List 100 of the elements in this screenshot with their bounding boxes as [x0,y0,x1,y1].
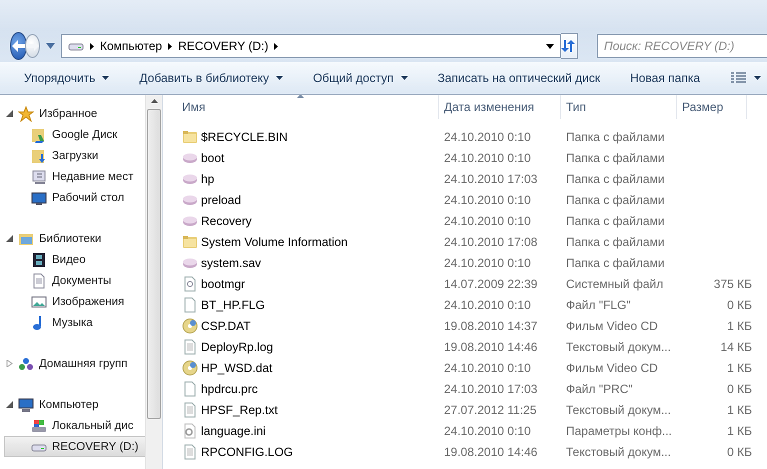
date-cell-text: 24.10.2010 0:10 [444,424,532,438]
sidebar-group[interactable]: Библиотеки [0,228,145,249]
column-header[interactable]: Размер [677,95,747,119]
sidebar-item[interactable]: Документы [4,270,145,291]
sidebar-item[interactable]: Изображения [4,291,145,312]
toolbar-button[interactable]: Общий доступ [302,65,418,91]
breadcrumb-item[interactable]: Компьютер [100,39,162,53]
address-bar[interactable]: Компьютер RECOVERY (D:) [61,34,561,58]
type-cell-text: Текстовый докум... [566,402,672,416]
picture-icon [31,294,47,310]
expanded-arrow-icon[interactable] [6,401,13,408]
text-file-icon [182,402,198,418]
arrow-icon [168,42,172,50]
type-cell-text: Фильм Video CD [566,360,659,374]
date-cell-text: 27.07.2012 11:25 [444,402,538,416]
type-cell-text: Текстовый докум... [566,444,672,458]
column-header[interactable]: Дата изменения [439,95,561,119]
size-cell-text: 375 КБ [712,276,752,290]
back-button[interactable] [10,32,28,60]
file-name[interactable]: System Volume Information [201,234,348,248]
file-name[interactable]: system.sav [201,256,262,270]
date-cell-text: 24.10.2010 0:10 [444,360,532,374]
folder-icon [182,128,198,144]
column-header[interactable]: Имя [177,95,439,119]
type-cell-text: Папка с файлами [566,256,666,270]
caret-icon [400,76,408,80]
expanded-arrow-icon[interactable] [6,235,13,242]
file-name[interactable]: HPSF_Rep.txt [201,402,278,416]
history-dropdown[interactable] [44,41,57,51]
type-cell-text: Папка с файлами [566,234,666,248]
expanded-arrow-icon[interactable] [6,110,13,117]
sort-arrow-icon [297,95,304,98]
file-name[interactable]: hpdrcu.prc [201,382,258,396]
file-name[interactable]: DeployRp.log [201,340,274,354]
type-cell-text: Фильм Video CD [566,318,659,332]
toolbar-button[interactable]: Упорядочить [14,65,120,91]
size-cell-text: 1 КБ [726,360,752,374]
dropdown-icon[interactable] [546,44,554,48]
sidebar-group[interactable]: Домашняя групп [0,353,145,374]
type-cell-text: Папка с файлами [566,150,666,164]
file-icon [182,296,198,312]
date-cell-text: 24.10.2010 0:10 [444,192,532,206]
file-name[interactable]: preload [201,192,242,206]
computer-icon [18,396,34,412]
file-name[interactable]: boot [201,150,224,164]
size-cell-text: 0 КБ [726,298,752,312]
caret-icon [276,76,283,80]
type-cell-text: Файл "FLG" [566,298,632,312]
scroll-thumb[interactable] [147,109,161,419]
file-name[interactable]: hp [201,172,214,186]
sidebar-item[interactable]: Локальный дис [4,415,145,436]
download-folder-icon [31,148,47,164]
type-cell-text: Текстовый докум... [566,340,672,354]
toolbar-button[interactable]: Новая папка [620,65,710,91]
sidebar-item[interactable]: Музыка [4,312,145,333]
scrollbar[interactable] [145,95,162,469]
file-icon [182,380,198,396]
sidebar-item[interactable]: Загрузки [4,145,145,166]
file-name[interactable]: Recovery [201,214,252,228]
file-name[interactable]: $RECYCLE.BIN [201,130,288,144]
sidebar-item[interactable]: RECOVERY (D:) [4,436,145,457]
file-name[interactable]: bootmgr [201,276,246,290]
text-file-icon [182,444,198,460]
back-arrow-icon [12,40,26,52]
date-cell-text: 19.08.2010 14:37 [444,318,538,332]
arrow-icon [90,42,94,50]
sidebar-item[interactable]: Рабочий стол [4,187,145,208]
toolbar-button[interactable]: Добавить в библиотеку [129,65,293,91]
size-cell-text: 1 КБ [726,318,752,332]
search-field[interactable]: Поиск: RECOVERY (D:) [597,34,767,58]
sidebar-item[interactable]: Видео [4,249,145,270]
file-name[interactable]: RPCONFIG.LOG [201,444,294,458]
document-icon [31,272,47,288]
column-header[interactable]: Тип [561,95,677,119]
file-name[interactable]: CSP.DAT [201,318,251,332]
file-name[interactable]: language.ini [201,424,266,438]
date-cell-text: 24.10.2010 0:10 [444,256,532,270]
folder-icon [31,126,47,142]
toolbar-button[interactable]: Записать на оптический диск [428,65,610,91]
size-cell-text: 1 КБ [726,402,752,416]
sidebar-item[interactable]: Google Диск [4,124,145,145]
sidebar-group[interactable]: Избранное [0,103,145,124]
forward-arrow-icon [26,41,39,51]
scroll-up-icon[interactable] [150,99,158,103]
file-name[interactable]: BT_HP.FLG [201,298,265,312]
file-name[interactable]: HP_WSD.dat [201,360,272,374]
breadcrumb-item[interactable]: RECOVERY (D:) [178,39,268,53]
date-cell-text: 14.07.2009 22:39 [444,276,538,290]
type-cell-text: Папка с файлами [566,172,666,186]
sidebar-item[interactable]: Недавние мест [4,166,145,187]
sidebar-group[interactable]: Компьютер [0,394,145,415]
folder-icon [182,234,198,250]
windows-disk-icon [31,418,47,434]
type-cell-text: Файл "PRC" [566,382,634,396]
type-cell-text: Папка с файлами [566,130,666,144]
refresh-button[interactable] [561,33,578,59]
type-cell-text: Параметры конф... [566,424,673,438]
caret-icon [102,76,110,80]
star-icon [18,106,34,122]
caret-icon [754,76,761,80]
